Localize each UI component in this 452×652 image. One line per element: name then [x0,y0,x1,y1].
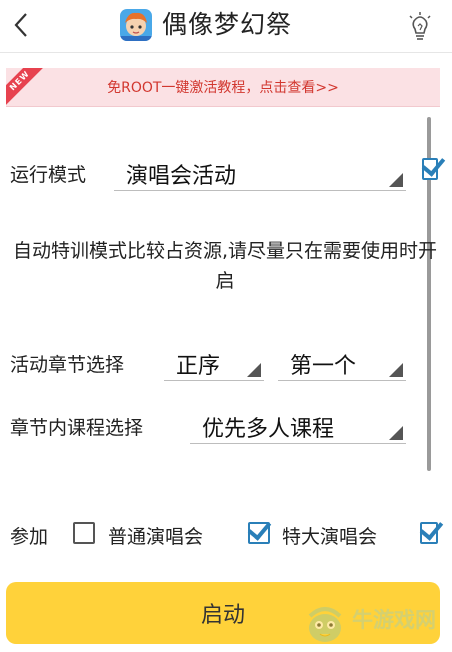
chapter-order-value: 正序 [176,354,221,379]
chapter-label: 活动章节选择 [10,354,125,376]
course-dropdown[interactable]: 优先多人课程 [190,407,406,444]
dropdown-arrow-icon [389,173,403,187]
chevron-left-icon[interactable] [6,10,36,40]
participate-label: 参加 [10,526,49,548]
run-mode-checkbox[interactable] [421,152,446,180]
watermark-mascot-icon [308,607,342,642]
chapter-pick-value: 第一个 [290,354,357,379]
app-header: 偶像梦幻祭 [0,0,452,53]
extra-live-checkbox[interactable] [419,516,444,544]
normal-live-checkbox[interactable] [73,522,95,544]
lightbulb-icon[interactable] [406,11,434,41]
run-mode-label: 运行模式 [10,164,87,186]
watermark: 牛游戏网 [300,598,452,648]
run-mode-value: 演唱会活动 [126,164,237,189]
app-title: 偶像梦幻祭 [162,10,293,39]
special-live-label: 特大演唱会 [282,526,378,548]
dropdown-arrow-icon [389,426,403,440]
check-icon [419,516,444,541]
course-label: 章节内课程选择 [10,417,144,439]
hint-text: 自动特训模式比较占资源,请尽量只在需要使用时开启 [12,240,438,292]
banner-text[interactable]: 免ROOT一键激活教程，点击查看>> [6,77,440,97]
check-icon [247,516,272,541]
special-live-checkbox[interactable] [247,516,272,544]
watermark-text: 牛游戏网 [352,608,436,632]
promo-banner[interactable]: NEW 免ROOT一键激活教程，点击查看>> [6,68,440,107]
check-icon [421,152,446,177]
course-value: 优先多人课程 [202,417,335,442]
chapter-order-dropdown[interactable]: 正序 [164,344,264,381]
dropdown-arrow-icon [247,363,261,377]
normal-live-label: 普通演唱会 [108,526,204,548]
run-mode-dropdown[interactable]: 演唱会活动 [114,154,406,191]
game-icon [120,9,152,41]
dropdown-arrow-icon [389,363,403,377]
chapter-pick-dropdown[interactable]: 第一个 [278,344,406,381]
